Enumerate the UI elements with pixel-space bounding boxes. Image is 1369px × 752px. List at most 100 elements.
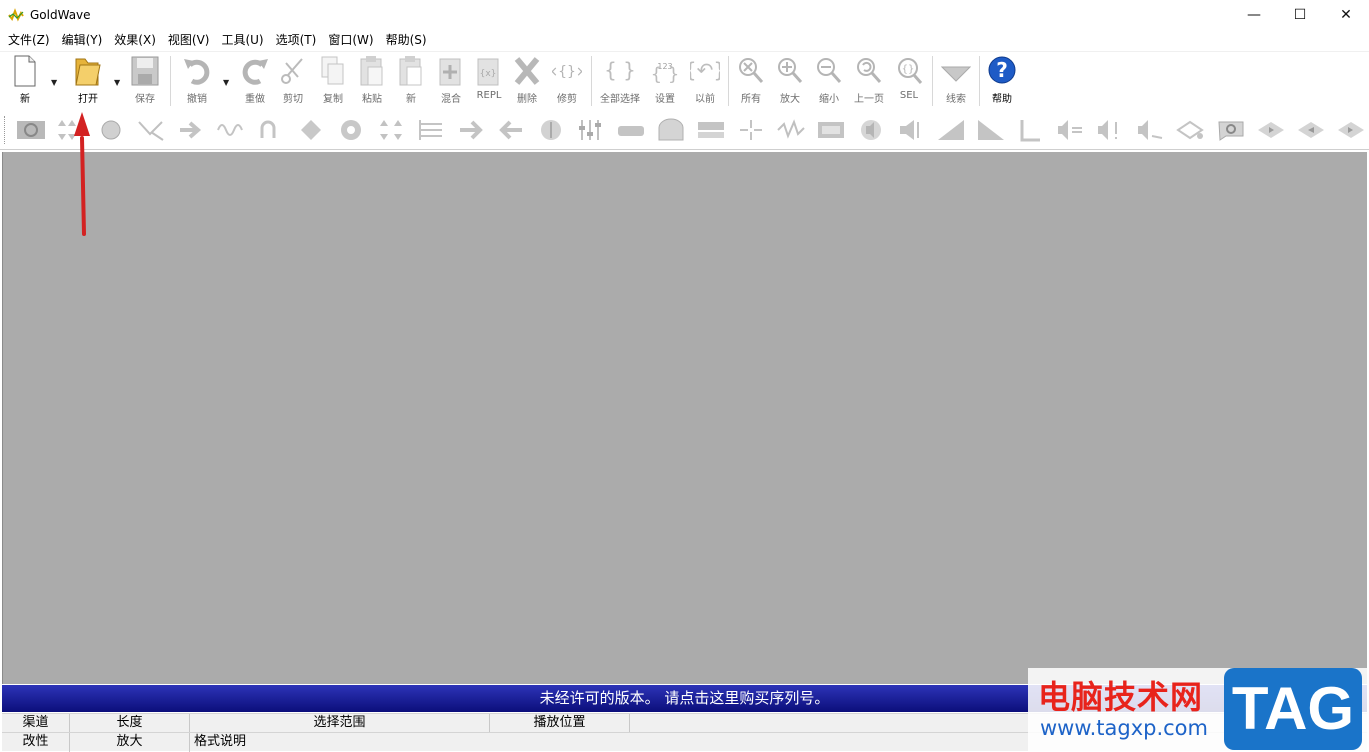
preview-effect-icon[interactable] xyxy=(1296,116,1326,144)
help-button[interactable]: ? 帮助 xyxy=(986,55,1018,107)
replace-icon: {x} xyxy=(477,58,499,86)
invert-icon[interactable] xyxy=(376,116,406,144)
play-effect-icon[interactable] xyxy=(1256,116,1286,144)
toolbar-separator xyxy=(728,56,729,106)
zoom-all-label: 所有 xyxy=(741,94,761,105)
title-bar: GoldWave — ☐ ✕ xyxy=(0,0,1369,30)
previous-selection-icon: {↶} xyxy=(690,58,720,82)
minimize-button[interactable]: — xyxy=(1231,0,1277,30)
open-folder-icon xyxy=(75,58,101,86)
new-label: 新 xyxy=(20,94,30,105)
matcher-icon[interactable] xyxy=(1016,116,1046,144)
auto-gain-icon[interactable] xyxy=(1136,116,1166,144)
zoom-in-button[interactable]: 放大 xyxy=(775,55,805,107)
dynamics-icon[interactable] xyxy=(136,116,166,144)
previous-button[interactable]: {↶} 以前 xyxy=(688,55,722,107)
menu-bar: 文件(Z) 编辑(Y) 效果(X) 视图(V) 工具(U) 选项(T) 窗口(W… xyxy=(0,30,1369,50)
help-label: 帮助 xyxy=(992,94,1012,105)
replace-button[interactable]: {x} REPL xyxy=(474,55,504,107)
zoom-previous-icon xyxy=(857,58,882,83)
goldwave-logo-icon xyxy=(8,8,24,22)
zoom-all-button[interactable]: 所有 xyxy=(736,55,766,107)
paste-new-label: 新 xyxy=(406,94,416,105)
cut-button[interactable]: 剪切 xyxy=(278,55,308,107)
redo-button[interactable]: 重做 xyxy=(238,55,272,107)
new-dropdown-icon[interactable]: ▼ xyxy=(51,78,57,87)
redo-label: 重做 xyxy=(245,94,265,105)
save-button[interactable]: 保存 xyxy=(128,55,162,107)
zoom-out-button[interactable]: 缩小 xyxy=(814,55,844,107)
menu-tools[interactable]: 工具(U) xyxy=(215,30,269,50)
cancel-effect-icon[interactable] xyxy=(16,116,46,144)
save-label: 保存 xyxy=(135,94,155,105)
status-modified: 改性 xyxy=(2,733,70,752)
replace-label: REPL xyxy=(476,90,502,101)
new-button[interactable]: 新 xyxy=(10,55,40,107)
volume-icon[interactable] xyxy=(856,116,886,144)
stereo-icon[interactable] xyxy=(656,116,686,144)
pop-click-icon[interactable] xyxy=(776,116,806,144)
cue-button[interactable]: 线索 xyxy=(940,55,972,107)
svg-text:?: ? xyxy=(996,58,1008,82)
mix-button[interactable]: 混合 xyxy=(436,55,466,107)
close-button[interactable]: ✕ xyxy=(1323,0,1369,30)
fade-out-icon[interactable] xyxy=(976,116,1006,144)
sliders-icon[interactable] xyxy=(576,116,606,144)
select-all-button[interactable]: { } 全部选择 xyxy=(600,55,640,107)
set-button[interactable]: 123{ } 设置 xyxy=(648,55,682,107)
menu-options[interactable]: 选项(T) xyxy=(270,30,323,50)
status-length: 长度 xyxy=(70,714,190,733)
menu-effects[interactable]: 效果(X) xyxy=(108,30,162,50)
menu-window[interactable]: 窗口(W) xyxy=(322,30,379,50)
open-button[interactable]: 打开 xyxy=(72,55,104,107)
paste-button[interactable]: 粘贴 xyxy=(357,55,387,107)
copy-button[interactable]: 复制 xyxy=(318,55,348,107)
zoom-previous-button[interactable]: 上一页 xyxy=(850,55,888,107)
fade-in-icon[interactable] xyxy=(936,116,966,144)
help-question-icon: ? xyxy=(988,56,1016,84)
set-selection-icon: 123{ } xyxy=(651,62,680,85)
resample-icon[interactable] xyxy=(536,116,566,144)
time-warp-icon[interactable] xyxy=(696,116,726,144)
speech-effect-icon[interactable] xyxy=(1216,116,1246,144)
menu-view[interactable]: 视图(V) xyxy=(162,30,216,50)
equalizer-wave-icon[interactable] xyxy=(216,116,246,144)
reverse-icon[interactable] xyxy=(496,116,526,144)
silence-icon[interactable] xyxy=(616,116,646,144)
cue-label: 线索 xyxy=(946,94,966,105)
effects-more-icon[interactable] xyxy=(1336,116,1366,144)
redo-icon xyxy=(242,59,268,85)
paste-new-button[interactable]: 新 xyxy=(396,55,426,107)
shape-volume-icon[interactable] xyxy=(1096,116,1126,144)
toolbar-grip[interactable] xyxy=(4,116,6,144)
open-dropdown-icon[interactable]: ▼ xyxy=(114,78,120,87)
spectrum-filter-icon[interactable] xyxy=(816,116,846,144)
maximize-button[interactable]: ☐ xyxy=(1277,0,1323,30)
trim-button[interactable]: ×{}× 修剪 xyxy=(550,55,584,107)
pan-icon[interactable] xyxy=(1176,116,1206,144)
workspace-area[interactable] xyxy=(2,152,1367,684)
scissors-icon xyxy=(281,58,303,84)
mechanize-icon[interactable] xyxy=(416,116,446,144)
zoom-all-icon xyxy=(739,58,764,83)
undo-label: 撤销 xyxy=(187,94,207,105)
delete-button[interactable]: 删除 xyxy=(512,55,542,107)
noise-reduction-icon[interactable] xyxy=(736,116,766,144)
undo-dropdown-icon[interactable]: ▼ xyxy=(223,78,229,87)
offset-icon[interactable] xyxy=(456,116,486,144)
maximize-volume-icon[interactable] xyxy=(1056,116,1086,144)
filter-icon[interactable] xyxy=(296,116,326,144)
svg-text:{ }: { } xyxy=(605,58,635,82)
menu-help[interactable]: 帮助(S) xyxy=(380,30,433,50)
doppler-icon[interactable] xyxy=(96,116,126,144)
fade-icon[interactable] xyxy=(254,116,284,144)
zoom-selection-button[interactable]: {} SEL xyxy=(894,55,924,107)
echo-icon[interactable] xyxy=(176,116,206,144)
flanger-icon[interactable] xyxy=(336,116,366,144)
menu-edit[interactable]: 编辑(Y) xyxy=(56,30,109,50)
volume-change-icon[interactable] xyxy=(896,116,926,144)
zoom-selection-label: SEL xyxy=(899,90,919,101)
menu-file[interactable]: 文件(Z) xyxy=(2,30,56,50)
undo-button[interactable]: 撤销 xyxy=(180,55,214,107)
watermark-url: www.tagxp.com xyxy=(1040,716,1208,740)
